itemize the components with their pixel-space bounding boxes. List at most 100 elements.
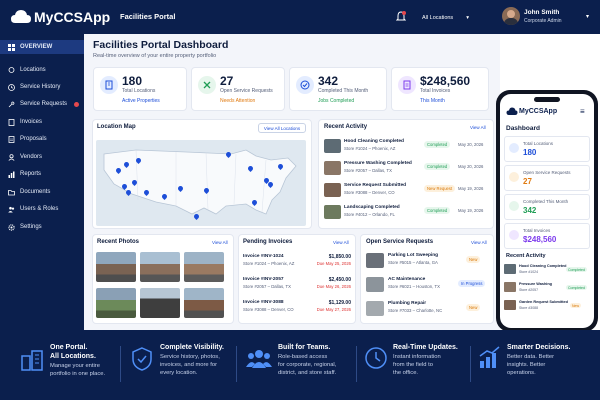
app-logo-text[interactable]: MyCCSApp <box>34 9 110 25</box>
view-all-locations-button[interactable]: View All Locations <box>258 123 306 133</box>
stat-card-completed[interactable]: 342 Completed This Month Jobs Completed <box>289 67 387 111</box>
table-row[interactable]: Invoice #INV-2057 Store #2057 – Dallas, … <box>243 277 351 301</box>
notification-badge <box>74 101 80 107</box>
phone-app-name: MyCCSApp <box>519 108 558 115</box>
divider <box>236 346 237 382</box>
activity-title: Hood Cleaning Completed <box>519 264 567 268</box>
invoice-due-date: Due May 27, 2026 <box>316 307 351 312</box>
view-all-link[interactable]: View All <box>333 240 349 245</box>
list-item[interactable]: AC Maintenance Store #6021 – Houston, TX… <box>366 276 490 300</box>
property-photo[interactable] <box>184 252 224 282</box>
location-select[interactable]: All Locations ▾ <box>416 11 486 24</box>
stat-value: 180 <box>122 74 143 88</box>
request-title: AC Maintenance <box>388 277 426 282</box>
phone-list-item[interactable]: Hood Cleaning Completed Store #1024 Comp… <box>504 263 590 279</box>
invoice-amount: $2,450.00 <box>328 277 351 283</box>
sidebar-item-proposals[interactable]: Proposals <box>0 132 84 146</box>
phone-mockup: MyCCSApp ≡ Dashboard Total Locations 180… <box>496 90 598 332</box>
view-all-link[interactable]: View All <box>212 240 228 245</box>
activity-photo <box>504 300 516 310</box>
us-map[interactable] <box>96 140 306 226</box>
stat-link[interactable]: Active Properties <box>122 98 160 104</box>
invoice-icon <box>398 76 416 94</box>
pin-icon <box>8 66 15 74</box>
list-item[interactable]: Landscaping Completed Store #4012 – Orla… <box>324 204 494 226</box>
sidebar-item-overview[interactable]: OVERVIEW <box>0 40 84 54</box>
list-item[interactable]: Hood Cleaning Completed Store #1024 – Ph… <box>324 138 494 160</box>
wrench-icon <box>198 76 216 94</box>
view-all-link[interactable]: View All <box>471 240 487 245</box>
sidebar-item-service-history[interactable]: Service History <box>0 80 84 94</box>
sidebar-item-label: Locations <box>20 67 46 73</box>
status-badge: In Progress <box>458 280 486 287</box>
invoice-location: Store #2057 – Dallas, TX <box>243 284 291 289</box>
table-row[interactable]: Invoice #INV-3088 Store #3088 – Denver, … <box>243 300 351 324</box>
property-photo[interactable] <box>140 252 180 282</box>
bell-icon[interactable] <box>396 11 406 22</box>
activity-title: Pressure Washing Completed <box>344 161 412 166</box>
invoice-number: Invoice #INV-1024 <box>243 254 284 259</box>
feature-desc: portfolio in one place. <box>50 371 106 377</box>
sidebar-item-label: Documents <box>20 189 51 195</box>
check-circle-icon <box>509 201 519 211</box>
activity-location: Store #1024 – Phoenix, AZ <box>344 146 396 151</box>
phone-stat-label: Completed This Month <box>523 199 569 204</box>
sidebar-item-service-requests[interactable]: Service Requests <box>0 97 84 111</box>
request-location: Store #6021 – Houston, TX <box>388 284 440 289</box>
chevron-down-icon[interactable]: ▾ <box>586 13 589 20</box>
property-photo[interactable] <box>96 288 136 318</box>
phone-list-item[interactable]: Garden Request Submitted Store #3088 New <box>504 299 590 315</box>
stat-card-locations[interactable]: 180 Total Locations Active Properties <box>93 67 187 111</box>
phone-stat-value: $248,560 <box>523 235 557 244</box>
property-photo[interactable] <box>96 252 136 282</box>
sidebar-item-invoices[interactable]: Invoices <box>0 115 84 129</box>
activity-title: Garden Request Submitted <box>519 300 568 304</box>
stat-value: $248,560 <box>420 74 471 88</box>
list-item[interactable]: Pressure Washing Completed Store #2057 –… <box>324 160 494 182</box>
avatar[interactable] <box>502 7 520 25</box>
stat-card-invoices[interactable]: $248,560 Total Invoices This Month <box>391 67 489 111</box>
stat-link[interactable]: Jobs Completed <box>318 98 354 104</box>
phone-stat-card[interactable]: Open Service Requests 27 <box>504 165 590 191</box>
chart-icon <box>8 171 15 178</box>
phone-stat-card[interactable]: Total Invoices $248,560 <box>504 223 590 249</box>
feature-desc: from the field to <box>393 362 433 368</box>
feature-desc: district, and store staff. <box>278 370 337 376</box>
property-photo[interactable] <box>140 288 180 318</box>
property-photo[interactable] <box>184 288 224 318</box>
sidebar-item-label: Proposals <box>20 136 47 142</box>
trend-chart-icon <box>479 346 500 368</box>
phone-list-item[interactable]: Pressure Washing Store #2057 Completed <box>504 281 590 297</box>
sidebar-item-documents[interactable]: Documents <box>0 185 84 199</box>
user-name: John Smith <box>524 9 560 16</box>
sidebar-item-settings[interactable]: Settings <box>0 220 84 234</box>
stat-link[interactable]: This Month <box>420 98 445 104</box>
activity-date: May 19, 2026 <box>458 186 484 191</box>
sidebar-item-vendors[interactable]: Vendors <box>0 150 84 164</box>
feature-desc: operations. <box>507 370 536 376</box>
view-all-link[interactable]: View All <box>470 125 486 130</box>
request-photo <box>366 301 384 316</box>
list-item[interactable]: Parking Lot Sweeping Store #5015 – Atlan… <box>366 252 490 276</box>
stat-link[interactable]: Needs Attention <box>220 98 255 104</box>
activity-photo <box>504 264 516 274</box>
list-item[interactable]: Plumbing Repair Store #7033 – Charlotte,… <box>366 300 490 324</box>
sidebar-item-reports[interactable]: Reports <box>0 167 84 181</box>
table-row[interactable]: Invoice #INV-1024 Store #1024 – Phoenix,… <box>243 254 351 278</box>
phone-stat-card[interactable]: Completed This Month 342 <box>504 194 590 220</box>
phone-stat-card[interactable]: Total Locations 180 <box>504 136 590 162</box>
section-title: Open Service Requests <box>366 239 434 245</box>
hamburger-menu-icon[interactable]: ≡ <box>580 107 585 116</box>
stat-value: 342 <box>318 74 339 88</box>
invoice-icon <box>509 230 519 240</box>
section-title: Pending Invoices <box>243 239 293 245</box>
status-badge: Completed <box>424 163 451 170</box>
activity-photo <box>324 139 341 153</box>
list-item[interactable]: Service Request Submitted Store #3088 – … <box>324 182 494 204</box>
invoice-location: Store #3088 – Denver, CO <box>243 307 294 312</box>
buildings-icon <box>21 350 43 371</box>
activity-location: Store #3088 – Denver, CO <box>344 190 395 195</box>
sidebar-item-users-roles[interactable]: Users & Roles <box>0 202 84 216</box>
stat-card-open-requests[interactable]: 27 Open Service Requests Needs Attention <box>191 67 285 111</box>
sidebar-item-locations[interactable]: Locations <box>0 63 84 77</box>
